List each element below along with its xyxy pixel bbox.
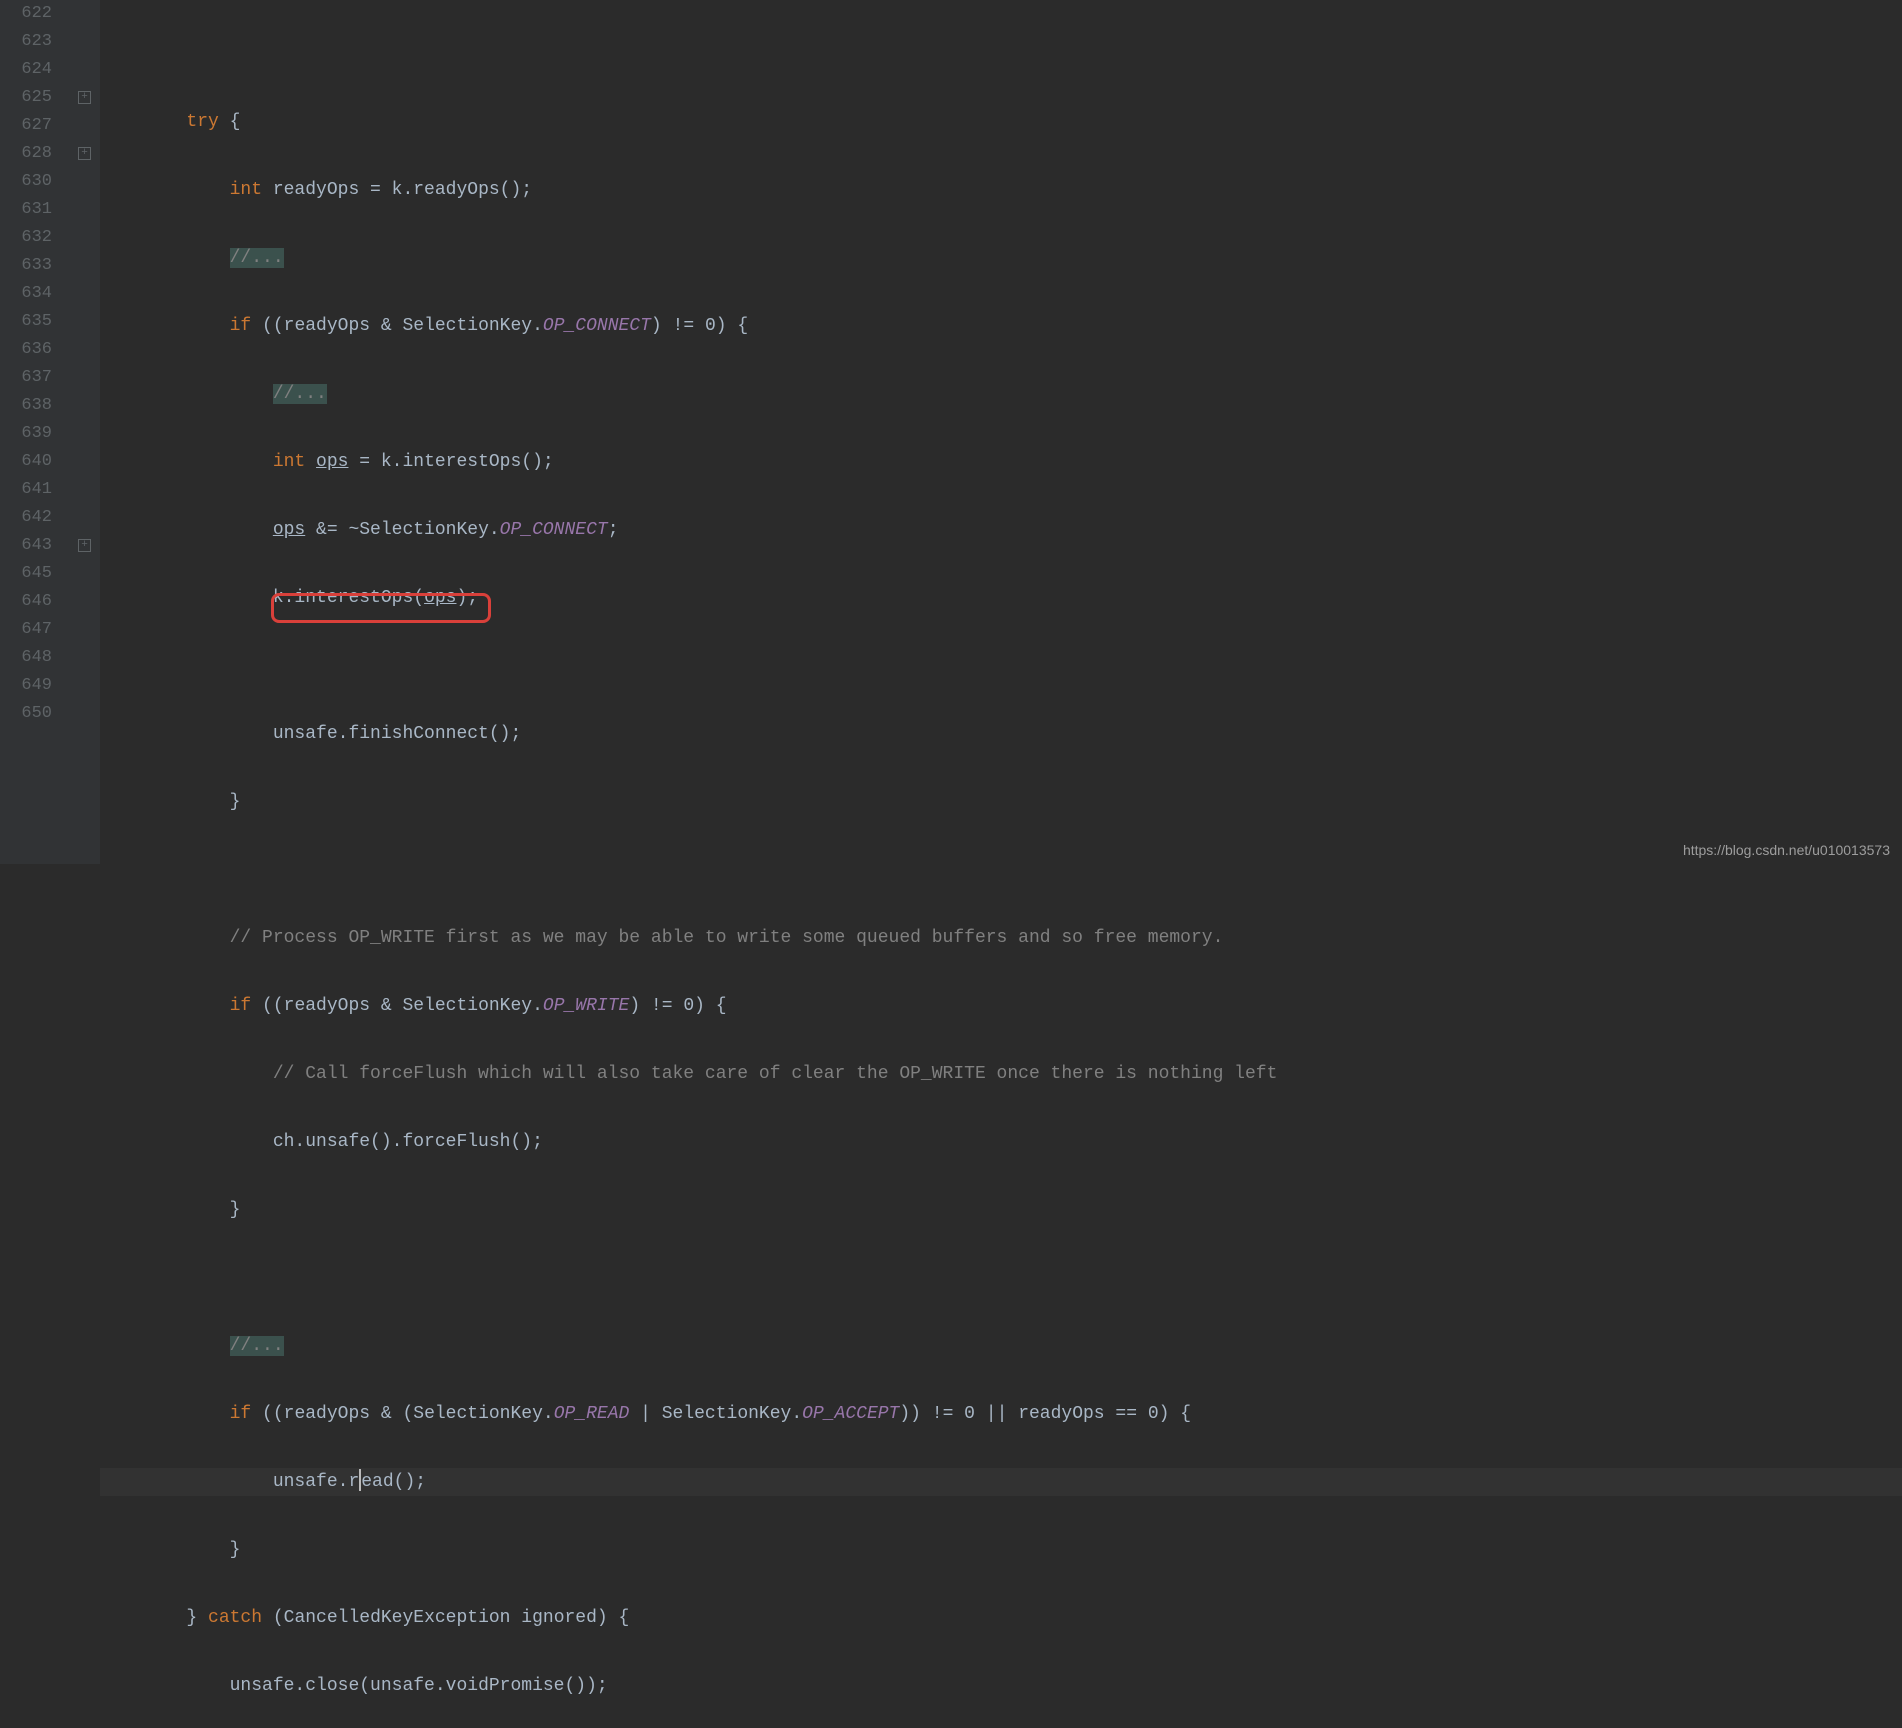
code-line: try { (100, 108, 1902, 136)
fold-expand-icon[interactable]: + (78, 91, 91, 104)
folded-region[interactable]: //... (230, 1336, 284, 1356)
code-line: // Call forceFlush which will also take … (100, 1060, 1902, 1088)
line-number: 623 (0, 28, 52, 56)
line-number: 630 (0, 168, 52, 196)
line-number: 636 (0, 336, 52, 364)
fold-expand-icon[interactable]: + (78, 147, 91, 160)
code-line: unsafe.close(unsafe.voidPromise()); (100, 1672, 1902, 1700)
code-line-current: unsafe.read(); (100, 1468, 1902, 1496)
line-number: 647 (0, 616, 52, 644)
line-number: 642 (0, 504, 52, 532)
line-number: 625 (0, 84, 52, 112)
line-number: 639 (0, 420, 52, 448)
code-line: int ops = k.interestOps(); (100, 448, 1902, 476)
line-number: 638 (0, 392, 52, 420)
code-line: // Process OP_WRITE first as we may be a… (100, 924, 1902, 952)
folded-region[interactable]: //... (273, 384, 327, 404)
line-number: 627 (0, 112, 52, 140)
code-line: ch.unsafe().forceFlush(); (100, 1128, 1902, 1156)
code-line: //... (100, 380, 1902, 408)
code-editor[interactable]: 622 623 624 625 627 628 630 631 632 633 … (0, 0, 1902, 864)
code-line (100, 40, 1902, 68)
line-number: 645 (0, 560, 52, 588)
code-line: if ((readyOps & SelectionKey.OP_WRITE) !… (100, 992, 1902, 1020)
code-line: if ((readyOps & (SelectionKey.OP_READ | … (100, 1400, 1902, 1428)
line-number: 634 (0, 280, 52, 308)
code-line: //... (100, 244, 1902, 272)
line-number: 640 (0, 448, 52, 476)
line-number: 632 (0, 224, 52, 252)
code-line: int readyOps = k.readyOps(); (100, 176, 1902, 204)
code-line (100, 1264, 1902, 1292)
line-number: 637 (0, 364, 52, 392)
fold-column: + + + (70, 0, 100, 864)
code-line: } (100, 1196, 1902, 1224)
line-number: 650 (0, 700, 52, 728)
code-line (100, 652, 1902, 680)
folded-region[interactable]: //... (230, 248, 284, 268)
code-line: } (100, 788, 1902, 816)
line-number: 624 (0, 56, 52, 84)
line-number: 635 (0, 308, 52, 336)
fold-expand-icon[interactable]: + (78, 539, 91, 552)
code-line (100, 856, 1902, 884)
line-number: 643 (0, 532, 52, 560)
line-number: 622 (0, 0, 52, 28)
code-line: ops &= ~SelectionKey.OP_CONNECT; (100, 516, 1902, 544)
line-number: 641 (0, 476, 52, 504)
code-line: } (100, 1536, 1902, 1564)
line-number: 648 (0, 644, 52, 672)
line-number: 646 (0, 588, 52, 616)
line-number: 649 (0, 672, 52, 700)
code-line: k.interestOps(ops); (100, 584, 1902, 612)
code-area[interactable]: try { int readyOps = k.readyOps(); //...… (100, 0, 1902, 864)
code-line: } catch (CancelledKeyException ignored) … (100, 1604, 1902, 1632)
code-line: if ((readyOps & SelectionKey.OP_CONNECT)… (100, 312, 1902, 340)
gutter: 622 623 624 625 627 628 630 631 632 633 … (0, 0, 70, 864)
code-line: unsafe.finishConnect(); (100, 720, 1902, 748)
watermark-text: https://blog.csdn.net/u010013573 (1683, 842, 1890, 858)
line-number: 633 (0, 252, 52, 280)
line-number: 631 (0, 196, 52, 224)
code-line: //... (100, 1332, 1902, 1360)
line-number: 628 (0, 140, 52, 168)
